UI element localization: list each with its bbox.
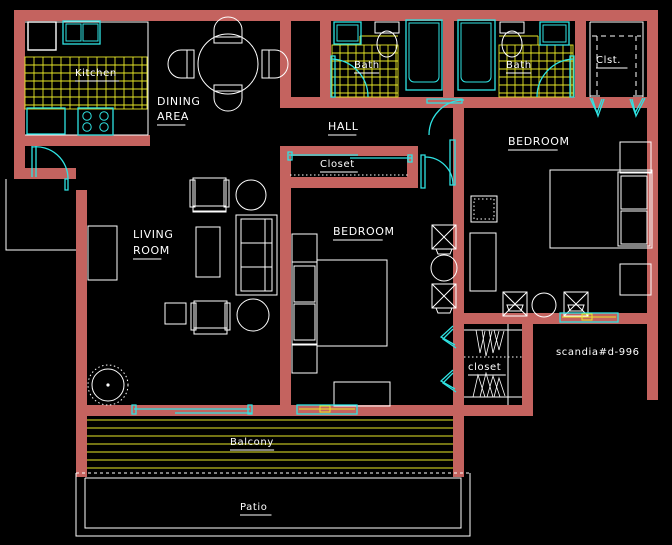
room-label-patio: Patio [240,502,268,513]
room-label-dining-area: DINING [157,95,201,108]
room-label-walk-in-closet: closet [468,362,501,373]
labels-layer: Kitchen DINING AREA LIVING ROOM Bath Bath Clst.… [75,55,640,516]
room-label-living-room: LIVING [133,228,174,241]
room-label-hall-closet: Closet [320,159,355,170]
room-label-bath-left: Bath [354,60,380,71]
room-label-closet-top: Clst. [596,55,621,66]
room-label-bath-right: Bath [506,60,532,71]
room-label-kitchen: Kitchen [75,68,117,79]
plan-code-label: scandia#d-996 [556,347,640,358]
room-label-living-room-2: ROOM [133,244,170,257]
room-label-dining-area-2: AREA [157,110,189,123]
room-label-bedroom-left: BEDROOM [333,225,395,238]
room-label-bedroom-right: BEDROOM [508,135,570,148]
room-label-balcony: Balcony [230,437,274,448]
floor-plan-canvas: Kitchen DINING AREA LIVING ROOM Bath Bath Clst.… [0,0,672,545]
room-label-hall: HALL [328,120,359,133]
